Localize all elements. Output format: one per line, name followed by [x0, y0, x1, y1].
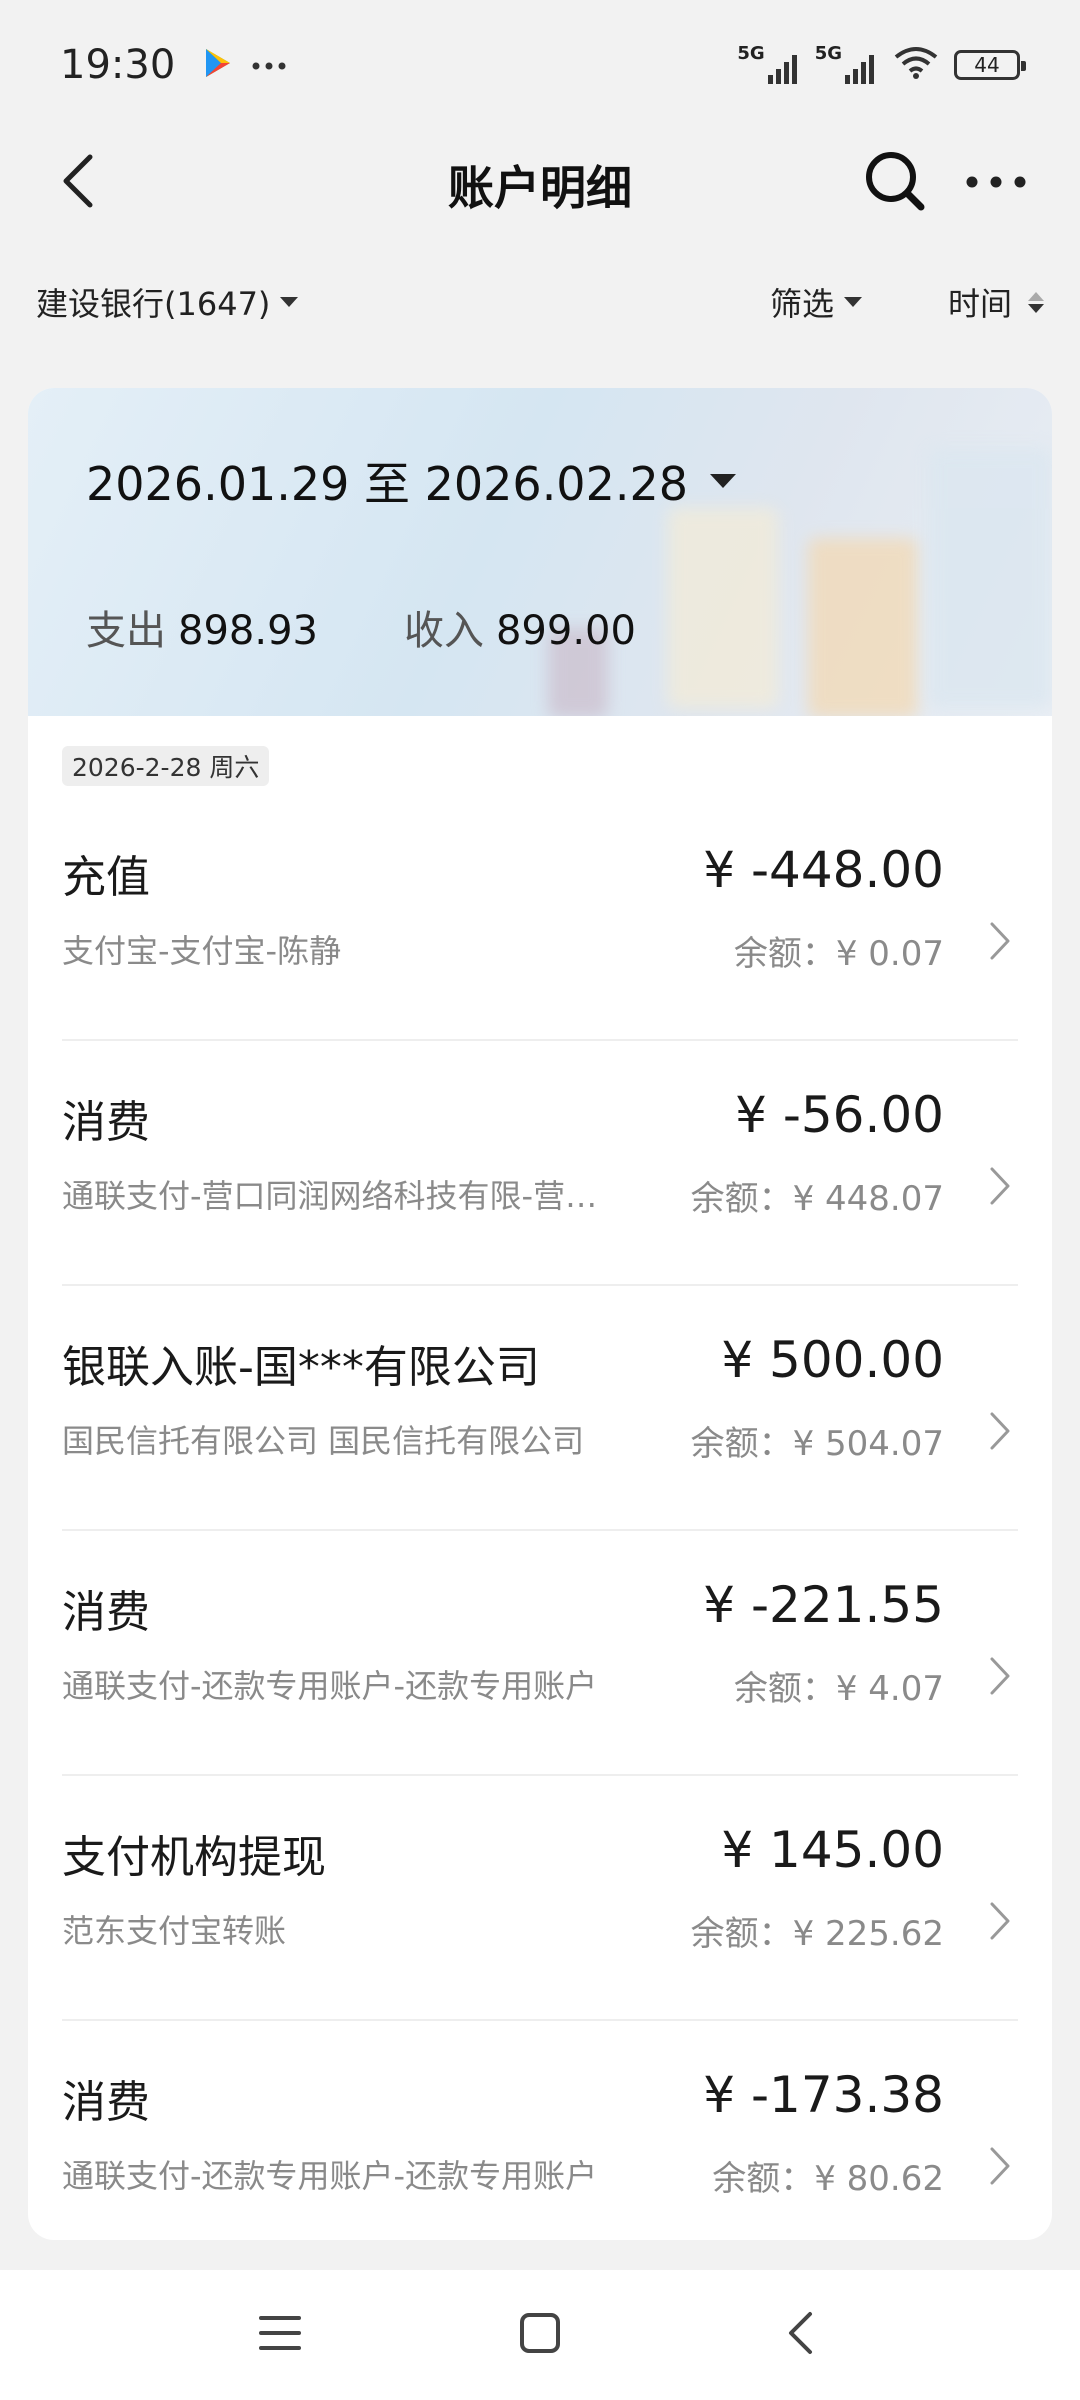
- signal-icon: 5G: [815, 45, 878, 85]
- background-decoration: [928, 448, 1052, 708]
- battery-level: 44: [974, 53, 1000, 77]
- battery-icon: 44: [954, 50, 1026, 80]
- transaction-title: 消费: [62, 1587, 150, 1638]
- sort-icon: [1028, 291, 1044, 313]
- transaction-title: 支付机构提现: [62, 1832, 326, 1883]
- chevron-down-icon: [710, 474, 736, 488]
- search-button[interactable]: [860, 146, 930, 220]
- network-type-2: 5G: [814, 43, 842, 64]
- chevron-right-icon: [982, 916, 1018, 966]
- transaction-balance: 余额：¥ 0.07: [733, 934, 944, 974]
- transaction-title: 银联入账-国***有限公司: [62, 1342, 540, 1393]
- account-selector[interactable]: 建设银行(1647): [36, 279, 299, 325]
- page-title: 账户明细: [448, 161, 632, 215]
- transaction-amount: ¥ 500.00: [721, 1331, 944, 1389]
- filter-bar: 建设银行(1647) 筛选 时间: [0, 260, 1080, 344]
- chevron-right-icon: [982, 1651, 1018, 1701]
- home-icon: [519, 2312, 561, 2358]
- background-decoration: [668, 508, 778, 708]
- transaction-row[interactable]: 银联入账-国***有限公司 ¥ 500.00 国民信托有限公司 国民信托有限公司…: [62, 1286, 1018, 1531]
- transaction-row[interactable]: 消费 ¥ -173.38 通联支付-还款专用账户-还款专用账户 余额：¥ 80.…: [62, 2021, 1018, 2240]
- day-header: 2026-2-28 周六: [62, 746, 270, 786]
- income-total: 收入 899.00: [404, 598, 636, 656]
- transaction-list: 充值 ¥ -448.00 支付宝-支付宝-陈静 余额：¥ 0.07 消费 ¥ -…: [28, 796, 1052, 2240]
- transaction-title: 充值: [62, 852, 150, 903]
- home-button[interactable]: [505, 2300, 575, 2370]
- transaction-balance: 余额：¥ 80.62: [712, 2159, 944, 2199]
- date-range-label: 2026.01.29 至 2026.02.28: [86, 457, 688, 511]
- expense-total: 支出 898.93: [86, 598, 318, 656]
- signal-icon: 5G: [737, 45, 800, 85]
- chevron-right-icon: [982, 1161, 1018, 1211]
- transaction-amount: ¥ 145.00: [721, 1821, 944, 1879]
- date-range-selector[interactable]: 2026.01.29 至 2026.02.28: [86, 448, 736, 514]
- system-back-button[interactable]: [765, 2300, 835, 2370]
- account-label: 建设银行(1647): [36, 285, 271, 323]
- filter-label: 筛选: [769, 285, 834, 323]
- filter-dropdown[interactable]: 筛选: [770, 279, 862, 325]
- transaction-description: 通联支付-还款专用账户-还款专用账户: [62, 1667, 598, 1705]
- system-nav-bar: [0, 2270, 1080, 2400]
- menu-icon: [258, 2314, 302, 2356]
- transaction-balance: 余额：¥ 225.62: [690, 1914, 944, 1954]
- transaction-description: 国民信托有限公司 国民信托有限公司: [62, 1422, 585, 1460]
- transaction-amount: ¥ -221.55: [703, 1576, 944, 1634]
- transaction-row[interactable]: 消费 ¥ -56.00 通联支付-营口同润网络科技有限-营… 余额：¥ 448.…: [62, 1041, 1018, 1286]
- expense-label: 支出: [86, 608, 166, 654]
- sort-label: 时间: [947, 285, 1012, 323]
- transaction-row[interactable]: 支付机构提现 ¥ 145.00 范东支付宝转账 余额：¥ 225.62: [62, 1776, 1018, 2021]
- back-button[interactable]: [48, 148, 108, 218]
- expense-value: 898.93: [178, 608, 318, 654]
- transaction-amount: ¥ -448.00: [703, 841, 944, 899]
- back-icon: [60, 153, 96, 213]
- wifi-icon: [892, 45, 940, 85]
- more-button[interactable]: [956, 146, 1036, 220]
- chevron-down-icon: [280, 297, 299, 307]
- period-summary: 2026.01.29 至 2026.02.28 支出 898.93 收入 899.0…: [28, 388, 1052, 716]
- chevron-right-icon: [982, 2141, 1018, 2191]
- income-label: 收入: [403, 608, 484, 654]
- transaction-amount: ¥ -173.38: [703, 2066, 944, 2124]
- chevron-right-icon: [982, 1406, 1018, 1456]
- totals: 支出 898.93 收入 899.00: [86, 598, 636, 656]
- status-bar: 19:30 5G 5G 44: [0, 0, 1080, 130]
- transaction-amount: ¥ -56.00: [735, 1086, 944, 1144]
- sort-by-time[interactable]: 时间: [948, 279, 1044, 325]
- transaction-description: 通联支付-还款专用账户-还款专用账户: [62, 2157, 598, 2195]
- network-type-1: 5G: [737, 43, 765, 64]
- transaction-title: 消费: [62, 2077, 150, 2128]
- transaction-row[interactable]: 消费 ¥ -221.55 通联支付-还款专用账户-还款专用账户 余额：¥ 4.0…: [62, 1531, 1018, 1776]
- recent-apps-button[interactable]: [245, 2300, 315, 2370]
- more-notifications-icon: [251, 56, 287, 75]
- account-detail-card: 2026.01.29 至 2026.02.28 支出 898.93 收入 899.0…: [28, 388, 1052, 2240]
- title-bar: 账户明细: [0, 130, 1080, 240]
- transaction-balance: 余额：¥ 504.07: [690, 1424, 944, 1464]
- play-store-icon: [203, 47, 233, 83]
- search-icon: [864, 150, 926, 216]
- transaction-balance: 余额：¥ 448.07: [690, 1179, 944, 1219]
- chevron-down-icon: [843, 297, 862, 307]
- transaction-description: 范东支付宝转账: [62, 1912, 287, 1950]
- transaction-description: 通联支付-营口同润网络科技有限-营…: [62, 1177, 598, 1215]
- income-value: 899.00: [495, 608, 636, 654]
- back-icon: [785, 2310, 815, 2360]
- chevron-right-icon: [982, 1896, 1018, 1946]
- status-time: 19:30: [60, 42, 176, 88]
- transaction-title: 消费: [62, 1097, 150, 1148]
- transaction-row[interactable]: 充值 ¥ -448.00 支付宝-支付宝-陈静 余额：¥ 0.07: [62, 796, 1018, 1041]
- more-icon: [965, 174, 1027, 193]
- transaction-description: 支付宝-支付宝-陈静: [62, 932, 342, 970]
- background-decoration: [808, 538, 918, 716]
- transaction-balance: 余额：¥ 4.07: [733, 1669, 944, 1709]
